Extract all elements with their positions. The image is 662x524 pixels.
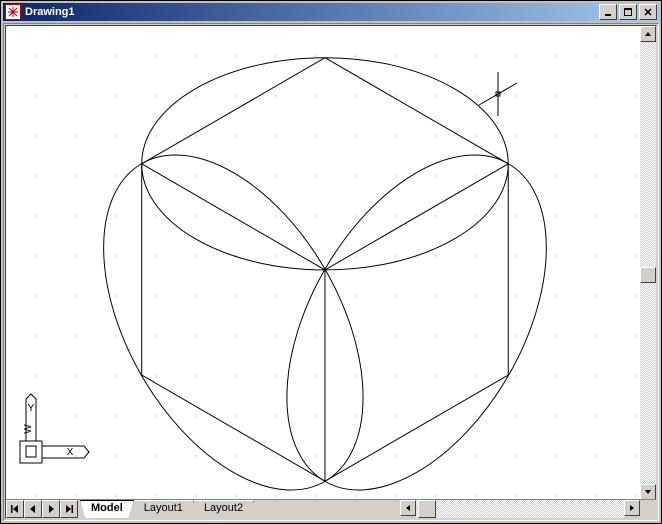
tab-layout2-label: Layout2 bbox=[204, 502, 243, 514]
titlebar[interactable]: Drawing1 bbox=[3, 3, 659, 21]
tab-model-label: Model bbox=[91, 502, 123, 514]
drawing-canvas[interactable]: Y W X bbox=[6, 26, 640, 500]
scroll-left-button[interactable] bbox=[400, 500, 416, 516]
horizontal-scroll-track[interactable] bbox=[416, 500, 624, 518]
horizontal-scroll-thumb[interactable] bbox=[418, 500, 436, 518]
close-button[interactable] bbox=[639, 4, 657, 20]
scroll-down-button[interactable] bbox=[640, 484, 656, 500]
tab-nav-next-button[interactable] bbox=[42, 500, 60, 518]
vertical-scroll-track[interactable] bbox=[640, 42, 656, 484]
horizontal-scrollbar[interactable] bbox=[400, 500, 640, 518]
scroll-right-button[interactable] bbox=[624, 500, 640, 516]
client-area: Y W X bbox=[3, 23, 659, 521]
model-drawing bbox=[6, 26, 640, 500]
vertical-scrollbar[interactable] bbox=[640, 26, 656, 500]
app-window: Drawing1 bbox=[0, 0, 662, 524]
app-icon bbox=[5, 4, 21, 20]
scrollbar-corner bbox=[640, 500, 656, 518]
maximize-button[interactable] bbox=[619, 4, 637, 20]
bottom-bar: Model Layout1 Layout2 bbox=[6, 499, 656, 518]
minimize-button[interactable] bbox=[599, 4, 617, 20]
window-title: Drawing1 bbox=[25, 6, 75, 18]
tab-layout2[interactable]: Layout2 bbox=[193, 500, 254, 518]
tab-layout1-label: Layout1 bbox=[144, 502, 183, 514]
vertical-scroll-thumb[interactable] bbox=[640, 267, 656, 283]
tab-nav-prev-button[interactable] bbox=[24, 500, 42, 518]
layout-tabs: Model Layout1 Layout2 bbox=[78, 500, 400, 518]
tab-nav-last-button[interactable] bbox=[60, 500, 78, 518]
tab-nav-first-button[interactable] bbox=[6, 500, 24, 518]
tab-model[interactable]: Model bbox=[80, 500, 134, 518]
scroll-up-button[interactable] bbox=[640, 26, 656, 42]
tab-layout1[interactable]: Layout1 bbox=[133, 500, 194, 518]
window-buttons bbox=[599, 4, 657, 20]
